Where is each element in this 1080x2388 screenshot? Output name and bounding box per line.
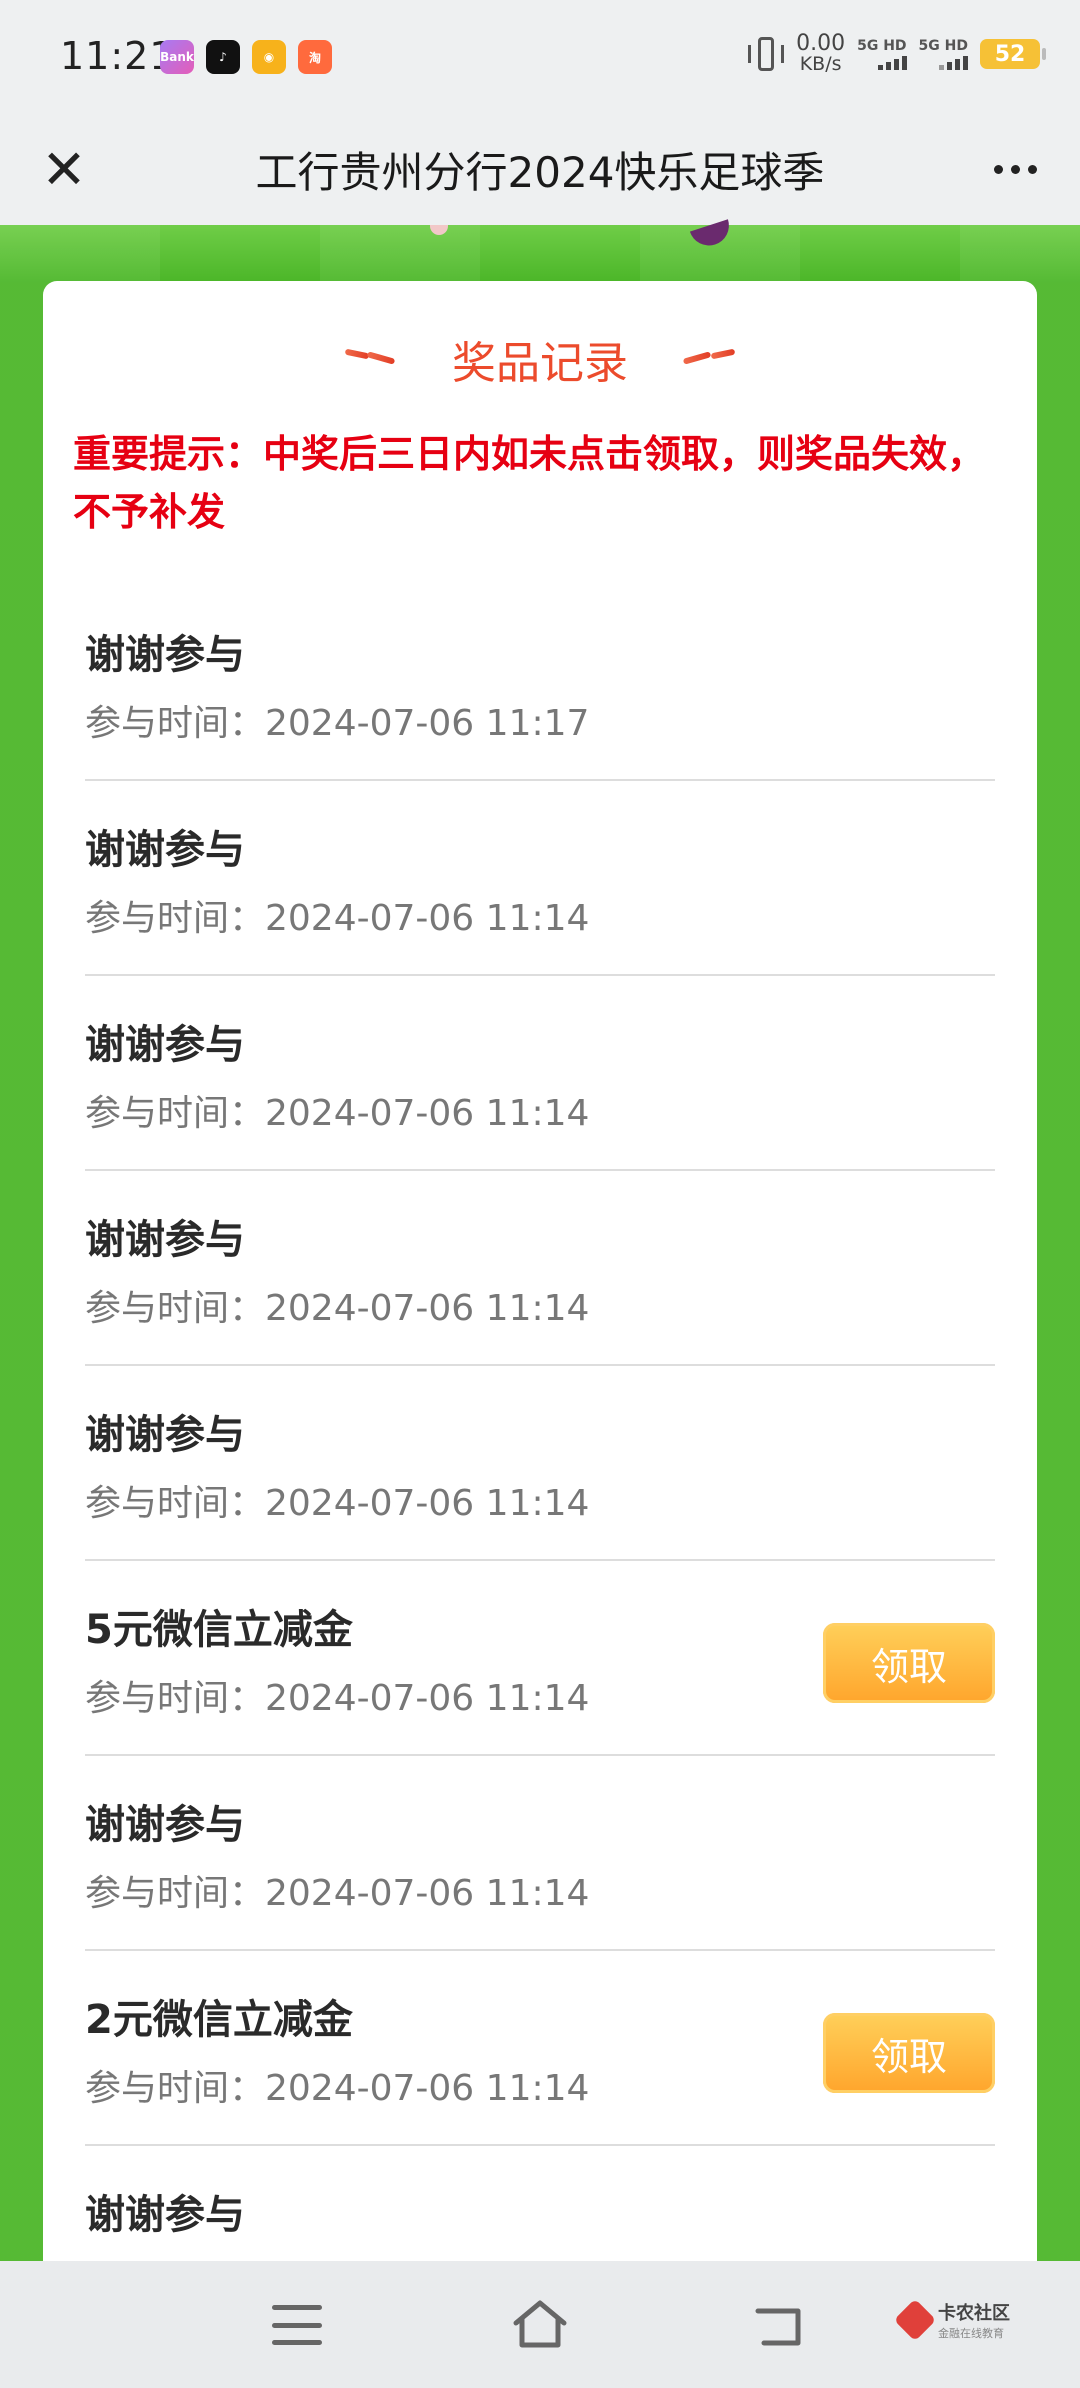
prize-name: 谢谢参与 xyxy=(85,2192,245,2238)
more-options-icon[interactable] xyxy=(980,139,1050,199)
list-item: 5元微信立减金 参与时间：2024-07-06 11:14 领取 xyxy=(85,1561,995,1756)
title-decoration-right xyxy=(682,348,736,365)
brand-logo-icon xyxy=(893,2298,937,2342)
brand-name: 卡农社区 xyxy=(938,2303,1010,2324)
net-speed: 0.00 KB/s xyxy=(796,31,846,75)
banner-strip xyxy=(0,225,1080,283)
weibo-icon: ◉ xyxy=(252,40,286,74)
watermark-logo: 卡农社区 金融在线教育 xyxy=(893,2298,1010,2342)
sim2-label: 5G HD xyxy=(918,38,968,54)
list-item: 谢谢参与 参与时间：2024-07-06 11:14 xyxy=(85,976,995,1171)
claim-button[interactable]: 领取 xyxy=(823,1623,995,1703)
back-icon[interactable] xyxy=(752,2301,808,2351)
participation-time: 参与时间：2024-07-06 11:14 xyxy=(85,898,590,939)
status-time: 11:21 xyxy=(60,34,175,78)
system-nav-bar: 卡农社区 金融在线教育 xyxy=(0,2261,1080,2388)
participation-time: 参与时间：2024-07-06 11:14 xyxy=(85,2068,590,2109)
title-bar: ✕ 工行贵州分行2024快乐足球季 xyxy=(0,115,1080,225)
list-item: 谢谢参与 参与时间：2024-07-06 11:14 xyxy=(85,1756,995,1951)
brand-subtitle: 金融在线教育 xyxy=(938,2327,1004,2340)
list-item: 谢谢参与 参与时间：2024-07-06 11:14 xyxy=(85,781,995,976)
list-item: 谢谢参与 参与时间：2024-07-06 11:14 xyxy=(85,1171,995,1366)
bank-app-icon: Bank xyxy=(160,40,194,74)
prize-name: 谢谢参与 xyxy=(85,632,245,678)
tiktok-icon: ♪ xyxy=(206,40,240,74)
sim1-label: 5G HD xyxy=(857,38,907,54)
prize-name: 谢谢参与 xyxy=(85,827,245,873)
prize-record-list: 谢谢参与 参与时间：2024-07-06 11:17 谢谢参与 参与时间：202… xyxy=(85,586,995,2281)
list-item: 2元微信立减金 参与时间：2024-07-06 11:14 领取 xyxy=(85,1951,995,2146)
sim1-signal-icon: 5G HD xyxy=(857,38,907,70)
net-speed-value: 0.00 xyxy=(796,31,846,56)
prize-name: 谢谢参与 xyxy=(85,1412,245,1458)
list-item: 谢谢参与 参与时间：2024-07-06 11:17 xyxy=(85,586,995,781)
prize-record-card: 奖品记录 重要提示：中奖后三日内如未点击领取，则奖品失效，不予补发 谢谢参与 参… xyxy=(43,281,1037,2281)
taobao-icon: 淘 xyxy=(298,40,332,74)
prize-name: 谢谢参与 xyxy=(85,1022,245,1068)
prize-name: 谢谢参与 xyxy=(85,1802,245,1848)
important-notice: 重要提示：中奖后三日内如未点击领取，则奖品失效，不予补发 xyxy=(73,432,986,534)
recent-apps-icon[interactable] xyxy=(272,2305,322,2345)
vibrate-icon xyxy=(748,35,785,73)
participation-time: 参与时间：2024-07-06 11:14 xyxy=(85,1678,590,1719)
participation-time: 参与时间：2024-07-06 11:14 xyxy=(85,1483,590,1524)
prize-name: 谢谢参与 xyxy=(85,1217,245,1263)
battery-icon: 52 xyxy=(980,39,1046,69)
list-item: 谢谢参与 参与时间：2024-07-06 11:14 xyxy=(85,1366,995,1561)
claim-button[interactable]: 领取 xyxy=(823,2013,995,2093)
status-indicators: 0.00 KB/s 5G HD 5G HD 52 xyxy=(748,31,1046,75)
participation-time: 参与时间：2024-07-06 11:14 xyxy=(85,1093,590,1134)
status-bar: 11:21 Bank ♪ ◉ 淘 0.00 KB/s 5G HD 5G HD 5… xyxy=(0,0,1080,115)
participation-time: 参与时间：2024-07-06 11:14 xyxy=(85,1288,590,1329)
page-title: 工行贵州分行2024快乐足球季 xyxy=(255,148,825,197)
sim2-signal-icon: 5G HD xyxy=(919,38,968,70)
net-speed-unit: KB/s xyxy=(799,53,842,75)
card-title: 奖品记录 xyxy=(452,338,628,389)
participation-time: 参与时间：2024-07-06 11:14 xyxy=(85,1873,590,1914)
prize-name: 5元微信立减金 xyxy=(85,1607,353,1653)
notification-icons: Bank ♪ ◉ 淘 xyxy=(160,40,332,74)
prize-name: 2元微信立减金 xyxy=(85,1997,353,2043)
home-icon[interactable] xyxy=(510,2297,570,2351)
participation-time: 参与时间：2024-07-06 11:17 xyxy=(85,703,590,744)
